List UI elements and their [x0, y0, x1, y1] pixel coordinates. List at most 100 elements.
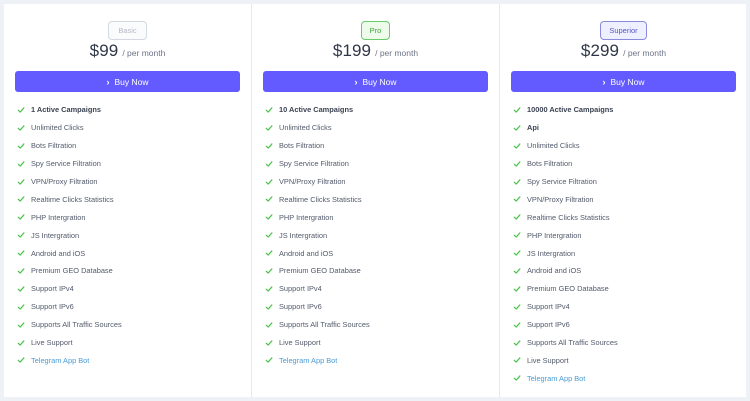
check-icon [513, 321, 521, 328]
feature-label: Realtime Clicks Statistics [279, 194, 362, 204]
chevron-right-icon: › [602, 76, 606, 87]
buy-now-button[interactable]: › Buy Now [511, 71, 736, 92]
feature-item: Telegram App Bot [513, 369, 736, 387]
plan-card-basic: Basic $99 / per month › Buy Now 1 Active… [4, 4, 251, 397]
check-icon [265, 178, 273, 185]
check-icon [513, 339, 521, 346]
feature-item: Telegram App Bot [17, 351, 240, 369]
feature-item: VPN/Proxy Filtration [17, 173, 240, 191]
feature-label: Supports All Traffic Sources [527, 338, 618, 348]
buy-now-label: Buy Now [362, 76, 397, 87]
feature-label: Realtime Clicks Statistics [527, 212, 610, 222]
check-icon [265, 268, 273, 274]
plan-period: / per month [375, 48, 419, 58]
feature-item: 10000 Active Campaigns [513, 101, 736, 119]
feature-item: Api [513, 119, 736, 137]
feature-label: Unlimited Clicks [527, 141, 580, 151]
feature-item: Support IPv4 [17, 280, 240, 298]
buy-now-label: Buy Now [610, 76, 645, 87]
feature-label: Telegram App Bot [527, 373, 586, 383]
feature-label: Support IPv6 [31, 302, 74, 312]
feature-item: PHP Intergration [17, 208, 240, 226]
feature-label: Unlimited Clicks [31, 123, 84, 133]
check-icon [17, 107, 25, 113]
feature-label: Api [527, 123, 539, 133]
check-icon [17, 214, 25, 220]
buy-now-button[interactable]: › Buy Now [263, 71, 488, 92]
feature-item: Realtime Clicks Statistics [17, 190, 240, 208]
check-icon [513, 250, 521, 256]
feature-label: Telegram App Bot [31, 355, 90, 365]
feature-item: VPN/Proxy Filtration [265, 173, 488, 191]
check-icon [265, 125, 273, 131]
feature-item: Support IPv6 [513, 316, 736, 334]
feature-item: Supports All Traffic Sources [17, 316, 240, 334]
feature-item: Realtime Clicks Statistics [265, 190, 488, 208]
chevron-right-icon: › [354, 76, 358, 87]
check-icon [265, 196, 273, 203]
feature-item: JS Intergration [513, 244, 736, 262]
feature-label: VPN/Proxy Filtration [527, 194, 594, 204]
feature-label: JS Intergration [31, 230, 80, 240]
feature-item: Bots Filtration [17, 137, 240, 155]
feature-item: JS Intergration [265, 226, 488, 244]
plan-card-superior: Superior $299 / per month › Buy Now 1000… [499, 4, 747, 397]
check-icon [17, 232, 25, 238]
feature-label: Premium GEO Database [31, 266, 113, 276]
feature-label: Live Support [527, 355, 569, 365]
check-icon [17, 125, 25, 131]
feature-list: 10 Active Campaigns Unlimited Clicks Bots … [263, 101, 488, 369]
feature-list: 10000 Active Campaigns Api Unlimited Click… [511, 101, 736, 387]
feature-label: PHP Intergration [279, 212, 334, 222]
feature-item: Unlimited Clicks [265, 119, 488, 137]
feature-label: Spy Service Filtration [279, 159, 349, 169]
feature-item: Live Support [513, 351, 736, 369]
check-icon [265, 160, 273, 167]
feature-label: Unlimited Clicks [279, 123, 332, 133]
check-icon [17, 304, 25, 310]
check-icon [265, 232, 273, 238]
feature-item: Bots Filtration [513, 155, 736, 173]
feature-item: Unlimited Clicks [17, 119, 240, 137]
feature-item: Live Support [265, 334, 488, 352]
check-icon [265, 339, 273, 346]
feature-item: Premium GEO Database [265, 262, 488, 280]
feature-label: Live Support [31, 338, 73, 348]
feature-item: Spy Service Filtration [17, 155, 240, 173]
feature-label: Spy Service Filtration [527, 177, 597, 186]
buy-now-label: Buy Now [114, 76, 149, 87]
feature-label: Premium GEO Database [279, 266, 361, 276]
check-icon [17, 196, 25, 203]
feature-label: Android and iOS [527, 266, 582, 276]
check-icon [265, 357, 273, 364]
pricing-table: Basic $99 / per month › Buy Now 1 Active… [4, 4, 746, 397]
feature-label: PHP Intergration [31, 212, 86, 222]
check-icon [265, 214, 273, 220]
check-icon [513, 268, 521, 274]
feature-item: Realtime Clicks Statistics [513, 208, 736, 226]
feature-item: Spy Service Filtration [265, 155, 488, 173]
feature-label: Support IPv6 [527, 320, 570, 330]
check-icon [513, 286, 521, 292]
check-icon [265, 107, 273, 113]
buy-now-button[interactable]: › Buy Now [15, 71, 240, 92]
feature-item: 1 Active Campaigns [17, 101, 240, 119]
check-icon [17, 143, 25, 149]
feature-item: PHP Intergration [513, 226, 736, 244]
check-icon [17, 178, 25, 185]
feature-label: 10000 Active Campaigns [527, 105, 614, 115]
feature-item: PHP Intergration [265, 208, 488, 226]
chevron-right-icon: › [106, 76, 110, 87]
plan-badge: Superior [600, 21, 647, 40]
check-icon [513, 160, 521, 167]
feature-item: Premium GEO Database [513, 280, 736, 298]
feature-item: Support IPv6 [17, 298, 240, 316]
check-icon [265, 321, 273, 328]
feature-label: Realtime Clicks Statistics [31, 194, 114, 204]
feature-label: JS Intergration [527, 248, 576, 258]
check-icon [17, 357, 25, 364]
check-icon [513, 196, 521, 203]
plan-price: $199 [332, 41, 372, 60]
plan-card-pro: Pro $199 / per month › Buy Now 10 Active… [251, 4, 499, 397]
feature-label: Android and iOS [279, 248, 334, 258]
